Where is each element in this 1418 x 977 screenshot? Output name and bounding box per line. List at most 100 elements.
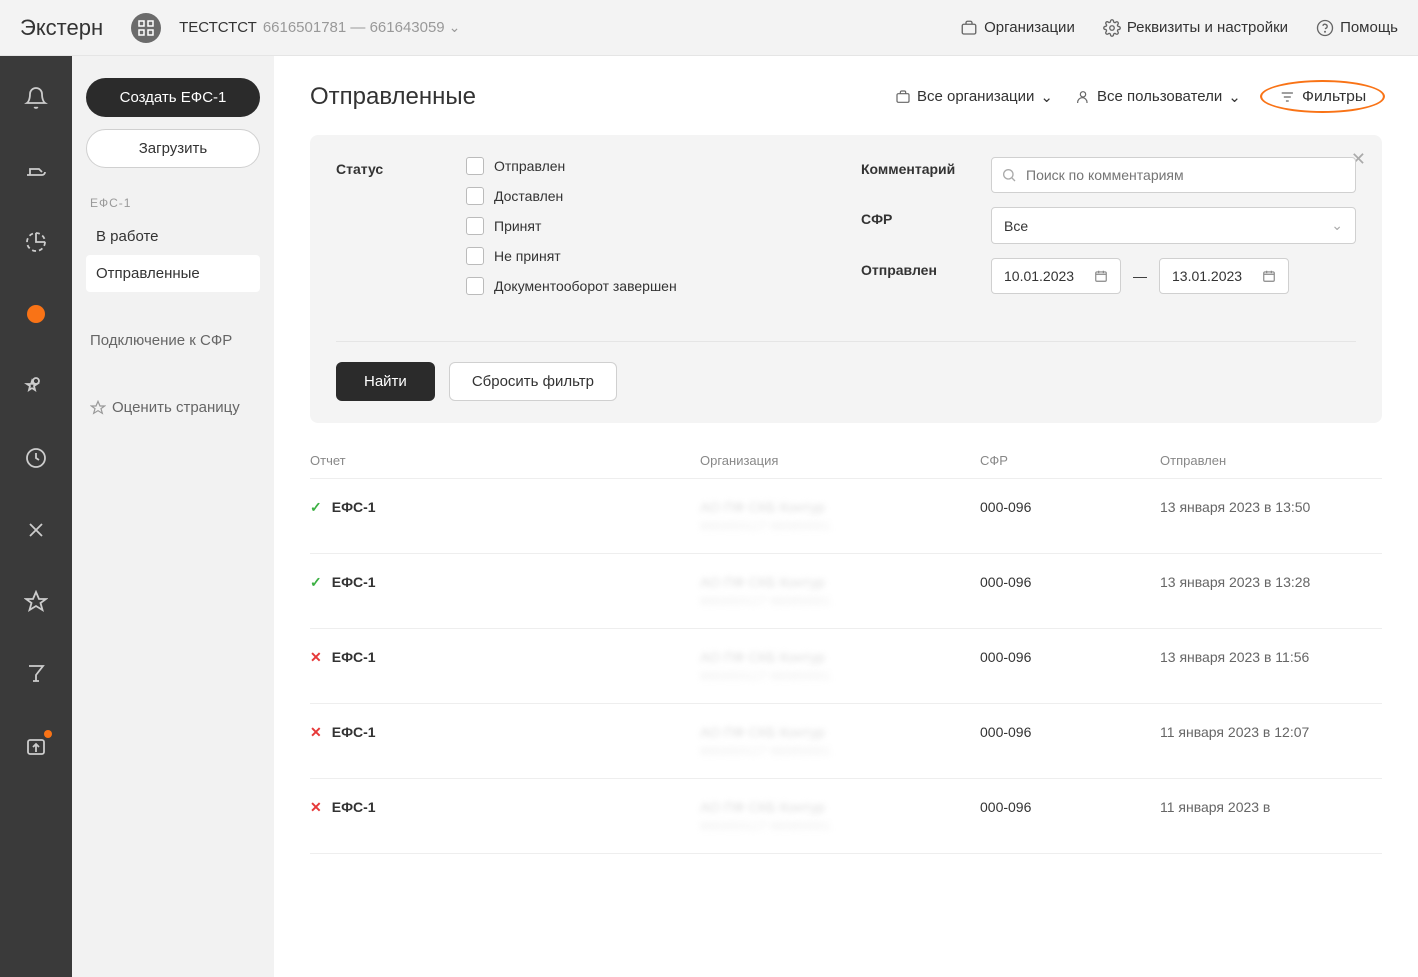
rail-glass-icon[interactable] [12, 650, 60, 698]
search-icon [1001, 167, 1017, 183]
rail-star-icon[interactable] [12, 578, 60, 626]
nav-in-work[interactable]: В работе [86, 218, 260, 255]
org-id-blurred: 6663003127 660850001 [700, 819, 980, 833]
report-name: ЕФС-1 [332, 799, 376, 815]
th-sfr: СФР [980, 453, 1160, 468]
sent-date: 13 января 2023 в 11:56 [1160, 649, 1382, 683]
sidebar: Создать ЕФС-1 Загрузить ЕФС-1 В работе О… [72, 56, 274, 977]
all-orgs-label: Все организации [917, 88, 1034, 105]
rail-active-icon[interactable] [12, 290, 60, 338]
status-ok-icon: ✓ [310, 574, 322, 590]
table-row[interactable]: ✓ЕФС-1АО ПФ СКБ Контур6663003127 6608500… [310, 479, 1382, 554]
sidebar-section-label: ЕФС-1 [90, 196, 260, 210]
top-link-settings[interactable]: Реквизиты и настройки [1103, 19, 1288, 37]
th-org: Организация [700, 453, 980, 468]
rail-bell-icon[interactable] [12, 74, 60, 122]
chevron-down-icon[interactable]: ⌄ [449, 19, 461, 36]
top-link-help-label: Помощь [1340, 19, 1398, 36]
org-name-blurred: АО ПФ СКБ Контур [700, 574, 980, 590]
date-from-value: 10.01.2023 [1004, 268, 1074, 284]
sfr-select[interactable]: Все ⌄ [991, 207, 1356, 244]
calendar-icon [1094, 269, 1108, 283]
checkbox-delivered[interactable] [466, 187, 484, 205]
report-name: ЕФС-1 [332, 574, 376, 590]
top-link-settings-label: Реквизиты и настройки [1127, 19, 1288, 36]
report-name: ЕФС-1 [332, 499, 376, 515]
filter-panel: ✕ Статус Отправлен Доставлен Принят Не п… [310, 135, 1382, 423]
checkbox-completed[interactable] [466, 277, 484, 295]
checkbox-sent-label: Отправлен [494, 158, 565, 174]
main-content: Отправленные Все организации ⌄ Все польз… [274, 56, 1418, 977]
org-id-blurred: 6663003127 660850001 [700, 669, 980, 683]
date-to-value: 13.01.2023 [1172, 268, 1242, 284]
checkbox-completed-label: Документооборот завершен [494, 278, 677, 294]
report-name: ЕФС-1 [332, 649, 376, 665]
sent-date: 11 января 2023 в 12:07 [1160, 724, 1382, 758]
topbar: Экстерн ТЕСТСТСТ 6616501781 — 661643059 … [0, 0, 1418, 56]
org-name-blurred: АО ПФ СКБ Контур [700, 799, 980, 815]
calendar-icon [1262, 269, 1276, 283]
date-from-input[interactable]: 10.01.2023 [991, 258, 1121, 294]
status-checkboxes: Отправлен Доставлен Принят Не принят Док… [466, 157, 831, 307]
checkbox-rejected-label: Не принят [494, 248, 561, 264]
table-row[interactable]: ✓ЕФС-1АО ПФ СКБ Контур6663003127 6608500… [310, 554, 1382, 629]
table-header: Отчет Организация СФР Отправлен [310, 453, 1382, 479]
checkbox-accepted[interactable] [466, 217, 484, 235]
rate-page-link[interactable]: Оценить страницу [86, 389, 260, 426]
rail-archive-icon[interactable] [12, 722, 60, 770]
sent-date: 11 января 2023 в [1160, 799, 1382, 833]
status-error-icon: ✕ [310, 724, 322, 740]
date-to-input[interactable]: 13.01.2023 [1159, 258, 1289, 294]
rail-tools-icon[interactable] [12, 506, 60, 554]
checkbox-sent[interactable] [466, 157, 484, 175]
comment-search-input[interactable] [991, 157, 1356, 193]
filters-label: Фильтры [1302, 88, 1366, 105]
nav-connect-sfr[interactable]: Подключение к СФР [86, 322, 260, 359]
status-error-icon: ✕ [310, 799, 322, 815]
rail-sled-icon[interactable] [12, 146, 60, 194]
sfr-select-value: Все [1004, 218, 1028, 234]
sfr-code: 000-096 [980, 499, 1160, 533]
table-row[interactable]: ✕ЕФС-1АО ПФ СКБ Контур6663003127 6608500… [310, 704, 1382, 779]
checkbox-accepted-label: Принят [494, 218, 541, 234]
all-orgs-dropdown[interactable]: Все организации ⌄ [895, 88, 1053, 106]
th-report: Отчет [310, 453, 700, 468]
report-name: ЕФС-1 [332, 724, 376, 740]
top-link-orgs[interactable]: Организации [960, 19, 1075, 37]
checkbox-delivered-label: Доставлен [494, 188, 563, 204]
status-label: Статус [336, 157, 466, 177]
org-ids: 6616501781 — 661643059 [263, 19, 445, 36]
table-row[interactable]: ✕ ЕФС-1 АО ПФ СКБ Контур 6663003127 6608500… [310, 779, 1382, 854]
rail-star-person-icon[interactable] [12, 362, 60, 410]
find-button[interactable]: Найти [336, 362, 435, 401]
page-title: Отправленные [310, 83, 476, 111]
sent-date-label: Отправлен [861, 258, 991, 278]
sfr-code: 000-096 [980, 649, 1160, 683]
sfr-code: 000-096 [980, 799, 1160, 833]
rail-clock-icon[interactable] [12, 434, 60, 482]
rate-page-label: Оценить страницу [112, 399, 240, 416]
create-efs-button[interactable]: Создать ЕФС-1 [86, 78, 260, 117]
upload-button[interactable]: Загрузить [86, 129, 260, 168]
app-grid-icon[interactable] [131, 13, 161, 43]
org-id-blurred: 6663003127 660850001 [700, 519, 980, 533]
org-name-blurred: АО ПФ СКБ Контур [700, 724, 980, 740]
icon-rail [0, 56, 72, 977]
reset-filter-button[interactable]: Сбросить фильтр [449, 362, 617, 401]
top-link-help[interactable]: Помощь [1316, 19, 1398, 37]
status-ok-icon: ✓ [310, 499, 322, 515]
table-row[interactable]: ✕ЕФС-1АО ПФ СКБ Контур6663003127 6608500… [310, 629, 1382, 704]
th-sent: Отправлен [1160, 453, 1382, 468]
all-users-label: Все пользователи [1097, 88, 1222, 105]
chevron-down-icon: ⌄ [1331, 217, 1343, 234]
nav-sent[interactable]: Отправленные [86, 255, 260, 292]
sfr-code: 000-096 [980, 574, 1160, 608]
sent-date: 13 января 2023 в 13:28 [1160, 574, 1382, 608]
org-name[interactable]: ТЕСТСТСТ [179, 19, 257, 36]
sfr-code: 000-096 [980, 724, 1160, 758]
checkbox-rejected[interactable] [466, 247, 484, 265]
top-link-orgs-label: Организации [984, 19, 1075, 36]
rail-pie-icon[interactable] [12, 218, 60, 266]
filters-button[interactable]: Фильтры [1260, 80, 1385, 113]
all-users-dropdown[interactable]: Все пользователи ⌄ [1075, 88, 1241, 106]
